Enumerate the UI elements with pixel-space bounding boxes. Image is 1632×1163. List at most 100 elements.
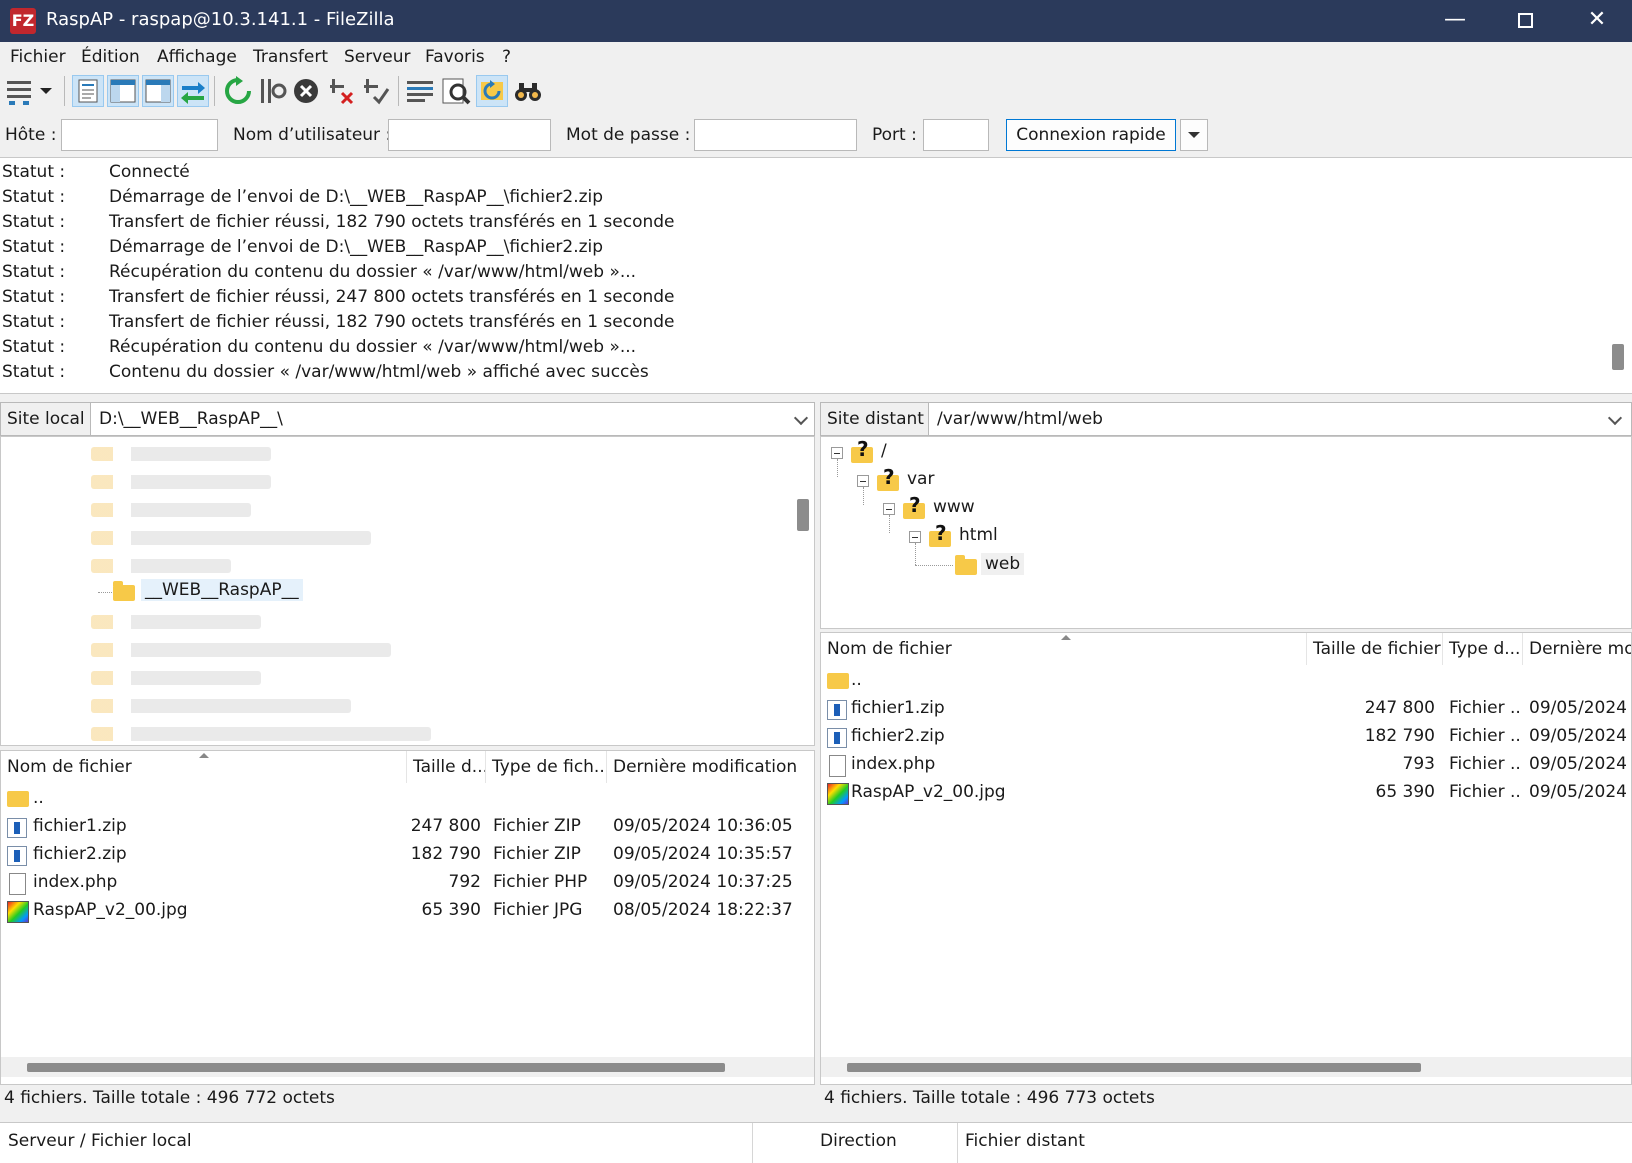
password-label: Mot de passe : — [566, 125, 691, 145]
remote-file-list[interactable]: Nom de fichier Taille de fichier Type d.… — [820, 632, 1632, 1085]
file-row[interactable]: fichier1.zip 247 800 Fichier ZIP 09/05/2… — [1, 813, 814, 841]
collapse-icon[interactable] — [883, 503, 895, 515]
quickconnect-button[interactable]: Connexion rapide — [1006, 119, 1176, 151]
tree-item-blurred[interactable] — [91, 475, 271, 489]
process-queue-icon[interactable] — [256, 75, 288, 107]
chevron-down-icon — [1188, 132, 1200, 138]
column-header-type[interactable]: Type de fich... — [486, 751, 607, 783]
file-row[interactable]: .. — [821, 667, 1631, 695]
toggle-remote-tree-icon[interactable] — [142, 75, 174, 107]
port-input[interactable] — [923, 119, 989, 151]
column-header-modified[interactable]: Dernière modi — [1523, 633, 1631, 665]
tree-item-blurred[interactable] — [91, 559, 231, 573]
queue-column-server-local-file[interactable]: Serveur / Fichier local — [8, 1131, 192, 1151]
menu-edition[interactable]: Édition — [81, 47, 140, 67]
remote-horizontal-scrollbar[interactable] — [821, 1057, 1631, 1077]
dropdown-arrow-icon[interactable] — [36, 75, 56, 107]
tree-item-web[interactable]: web — [981, 553, 1025, 575]
collapse-icon[interactable] — [831, 447, 843, 459]
host-label: Hôte : — [5, 125, 57, 145]
compare-directories-icon[interactable] — [440, 75, 472, 107]
remote-site-label: Site distant : — [820, 402, 943, 436]
menu-bar: Fichier Édition Affichage Transfert Serv… — [0, 42, 1632, 72]
local-path-combobox[interactable]: D:\__WEB__RaspAP__\ — [90, 402, 815, 436]
column-header-type[interactable]: Type d... — [1443, 633, 1523, 665]
minimize-button[interactable]: — — [1420, 0, 1490, 42]
file-row[interactable]: RaspAP_v2_00.jpg 65 390 Fichier JPG 08/0… — [1, 897, 814, 925]
tree-item-blurred[interactable] — [91, 503, 251, 517]
local-horizontal-scrollbar[interactable] — [1, 1057, 814, 1077]
host-input[interactable] — [61, 119, 218, 151]
remote-directory-tree[interactable]: ? / ? var ? www ? html web — [820, 436, 1632, 629]
toolbar-separator — [64, 76, 65, 106]
cancel-icon[interactable] — [290, 75, 322, 107]
file-row[interactable]: index.php 793 Fichier ... 09/05/2024 — [821, 751, 1631, 779]
tree-item-blurred[interactable] — [91, 671, 261, 685]
tree-item-blurred[interactable] — [91, 531, 371, 545]
tree-item-blurred[interactable] — [91, 727, 431, 741]
tree-connector — [915, 543, 916, 565]
close-button[interactable]: ✕ — [1562, 0, 1632, 42]
collapse-icon[interactable] — [909, 531, 921, 543]
scrollbar-thumb[interactable] — [27, 1063, 725, 1072]
menu-help[interactable]: ? — [502, 47, 511, 67]
tree-item-blurred[interactable] — [91, 643, 391, 657]
local-tree-scrollbar[interactable] — [797, 499, 809, 531]
jpg-file-icon — [827, 783, 849, 805]
search-icon[interactable] — [512, 75, 544, 107]
tree-item-html[interactable]: html — [959, 525, 998, 545]
file-row[interactable]: index.php 792 Fichier PHP 09/05/2024 10:… — [1, 869, 814, 897]
password-input[interactable] — [694, 119, 857, 151]
maximize-icon — [1517, 12, 1533, 28]
toggle-queue-icon[interactable] — [177, 75, 209, 107]
file-row[interactable]: fichier2.zip 182 790 Fichier ZIP 09/05/2… — [1, 841, 814, 869]
transfer-queue: Serveur / Fichier local Direction Fichie… — [0, 1122, 1632, 1163]
file-row[interactable]: RaspAP_v2_00.jpg 65 390 Fichier ... 09/0… — [821, 779, 1631, 807]
username-input[interactable] — [388, 119, 551, 151]
directory-listing-filters-icon[interactable] — [404, 75, 436, 107]
log-scrollbar[interactable] — [1612, 344, 1624, 370]
sort-ascending-icon — [1061, 635, 1071, 640]
tree-item-blurred[interactable] — [91, 447, 271, 461]
column-separator — [957, 1123, 958, 1163]
message-log: Statut : Connecté Statut : Démarrage de l’… — [0, 158, 1632, 394]
tree-item-blurred[interactable] — [91, 615, 261, 629]
maximize-button[interactable] — [1490, 0, 1560, 42]
local-directory-tree[interactable]: __WEB__RaspAP__ — [0, 436, 815, 746]
toggle-local-tree-icon[interactable] — [107, 75, 139, 107]
queue-column-direction[interactable]: Direction — [820, 1131, 897, 1151]
file-row[interactable]: .. — [1, 785, 814, 813]
file-row[interactable]: fichier2.zip 182 790 Fichier ... 09/05/2… — [821, 723, 1631, 751]
tree-item-var[interactable]: var — [907, 469, 934, 489]
menu-favoris[interactable]: Favoris — [425, 47, 485, 67]
tree-item-root[interactable]: / — [881, 441, 887, 461]
synchronized-browsing-icon[interactable] — [476, 75, 508, 107]
tree-item-www[interactable]: www — [933, 497, 975, 517]
php-file-icon — [829, 755, 846, 777]
title-bar: FZ RaspAP - raspap@10.3.141.1 - FileZill… — [0, 0, 1632, 42]
menu-transfert[interactable]: Transfert — [253, 47, 328, 67]
quickconnect-history-dropdown[interactable] — [1180, 119, 1208, 151]
column-header-size[interactable]: Taille d... — [407, 751, 486, 783]
tree-item-selected[interactable]: __WEB__RaspAP__ — [141, 579, 303, 601]
site-manager-icon[interactable] — [4, 75, 36, 107]
menu-serveur[interactable]: Serveur — [344, 47, 411, 67]
disconnect-icon[interactable] — [326, 75, 358, 107]
menu-fichier[interactable]: Fichier — [10, 47, 66, 67]
scrollbar-thumb[interactable] — [847, 1063, 1421, 1072]
menu-affichage[interactable]: Affichage — [157, 47, 237, 67]
remote-path-combobox[interactable]: /var/www/html/web — [928, 402, 1632, 436]
remote-site-bar: Site distant : /var/www/html/web — [820, 402, 1632, 436]
collapse-icon[interactable] — [857, 475, 869, 487]
tree-item-blurred[interactable] — [91, 699, 351, 713]
column-header-size[interactable]: Taille de fichier — [1307, 633, 1443, 665]
toggle-log-icon[interactable] — [72, 75, 104, 107]
file-row[interactable]: fichier1.zip 247 800 Fichier ... 09/05/2… — [821, 695, 1631, 723]
column-header-modified[interactable]: Dernière modification — [607, 751, 814, 783]
refresh-icon[interactable] — [222, 75, 254, 107]
quickconnect-bar: Hôte : Nom d’utilisateur : Mot de passe … — [0, 112, 1632, 158]
reconnect-icon[interactable] — [360, 75, 392, 107]
queue-column-remote-file[interactable]: Fichier distant — [965, 1131, 1085, 1151]
local-file-list[interactable]: Nom de fichier Taille d... Type de fich.… — [0, 750, 815, 1085]
folder-icon — [113, 581, 135, 601]
